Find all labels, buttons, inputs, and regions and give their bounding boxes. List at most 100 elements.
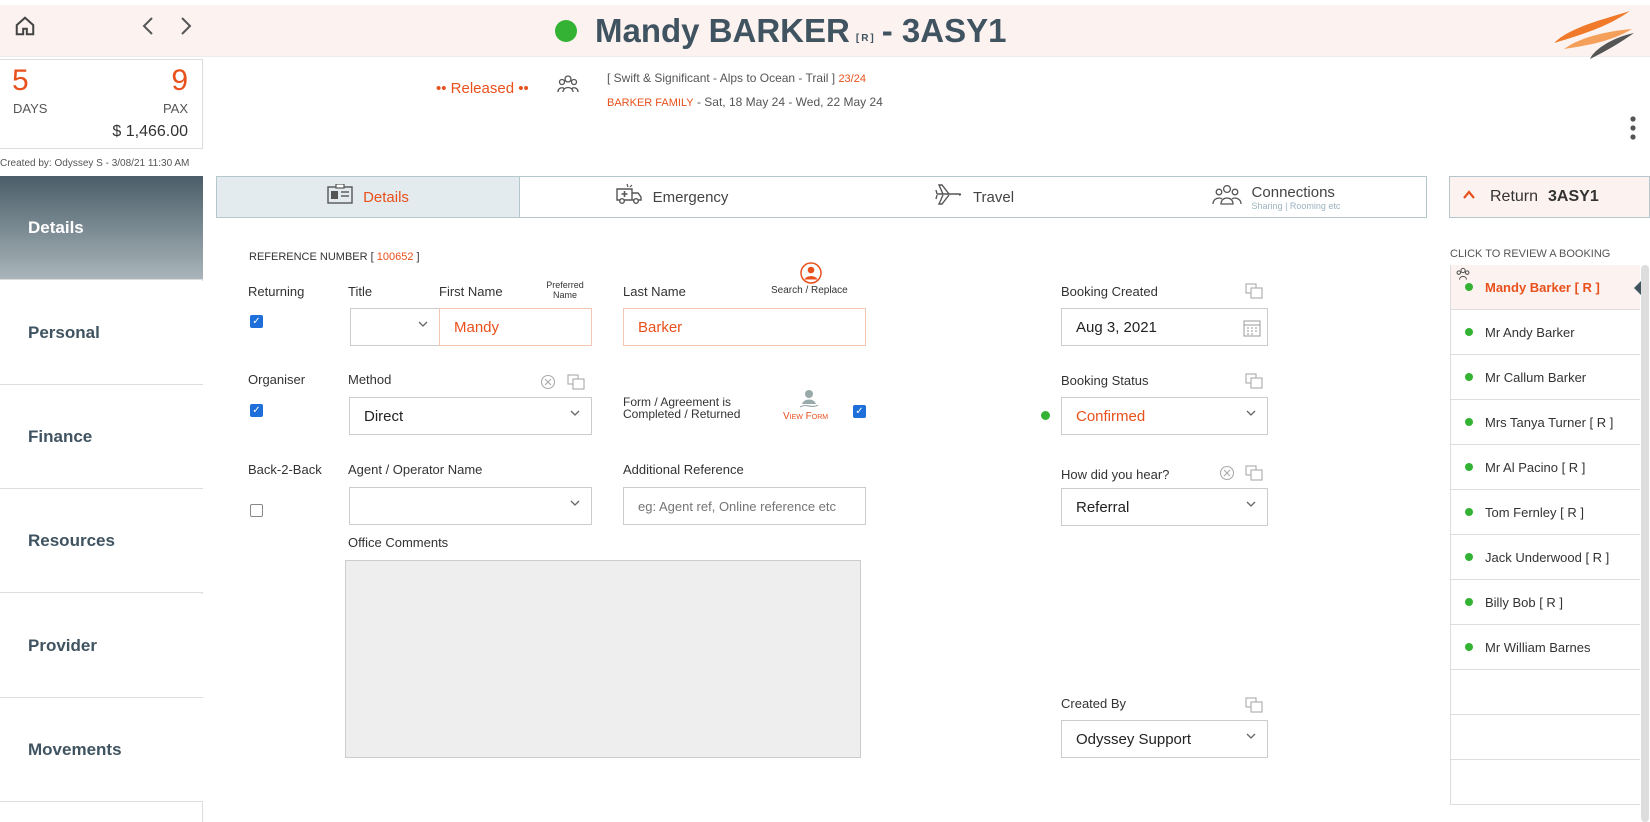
booking-created-value: Aug 3, 2021: [1076, 318, 1157, 336]
clear-icon[interactable]: [540, 374, 556, 395]
chevron-down-icon: [1245, 498, 1257, 513]
search-replace-label: Search / Replace: [771, 285, 848, 296]
tab-sublabel: Sharing | Rooming etc: [1251, 200, 1341, 211]
agent-label: Agent / Operator Name: [348, 462, 483, 477]
list-item[interactable]: Mr Callum Barker: [1451, 355, 1640, 400]
ambulance-icon: [615, 183, 643, 211]
status-dot: [1465, 463, 1473, 471]
return-label: Return: [1490, 188, 1539, 205]
tab-travel[interactable]: Travel: [823, 177, 1126, 217]
list-item[interactable]: Billy Bob [ R ]: [1451, 580, 1640, 625]
title-label: Title: [348, 284, 373, 299]
connections-label-wrap: Connections Sharing | Rooming etc: [1252, 184, 1341, 211]
list-item[interactable]: Mrs Tanya Turner [ R ]: [1451, 400, 1640, 445]
status-dot: [1465, 643, 1473, 651]
status-dot: [1465, 373, 1473, 381]
first-name-value: Mandy: [454, 318, 500, 336]
title-select[interactable]: [350, 308, 440, 346]
last-name-label: Last Name: [623, 284, 686, 299]
office-comments-textarea[interactable]: [345, 560, 861, 758]
form-agreement-checkbox[interactable]: ✓: [853, 405, 866, 418]
trip-dates: - Sat, 18 May 24 - Wed, 22 May 24: [696, 95, 883, 109]
how-hear-label: How did you hear?: [1061, 467, 1170, 482]
people-list-scrollbar[interactable]: [1641, 265, 1649, 822]
list-item[interactable]: Mr Al Pacino [ R ]: [1451, 445, 1640, 490]
copy-icon[interactable]: [567, 374, 585, 395]
clear-icon[interactable]: [1219, 465, 1235, 486]
back2back-checkbox[interactable]: [250, 504, 263, 517]
booking-created-input[interactable]: Aug 3, 2021: [1061, 308, 1268, 346]
calendar-icon[interactable]: [1243, 319, 1261, 341]
list-item[interactable]: Mr William Barnes: [1451, 625, 1640, 670]
people-icon: [1211, 183, 1242, 211]
status-dot: [1465, 283, 1473, 291]
chevron-down-icon: [1245, 407, 1257, 422]
chevron-left-icon[interactable]: [140, 15, 158, 43]
chevron-down-icon: [1245, 730, 1257, 745]
total-price: $ 1,466.00: [112, 123, 188, 140]
id-card-icon: [327, 183, 353, 210]
person-name: Jack Underwood [ R ]: [1485, 549, 1610, 565]
list-item[interactable]: Mandy Barker [ R ]: [1451, 265, 1644, 310]
returning-checkbox[interactable]: ✓: [250, 315, 263, 328]
ref-close: ]: [416, 251, 420, 263]
last-name-value: Barker: [638, 318, 683, 336]
booking-status-label: Booking Status: [1061, 373, 1149, 388]
tab-label: Travel: [972, 188, 1015, 206]
tab-emergency[interactable]: Emergency: [520, 177, 823, 217]
sidebar-item-personal[interactable]: Personal: [0, 281, 203, 385]
agent-select[interactable]: [349, 487, 592, 525]
chevron-down-icon: [569, 497, 581, 512]
person-name: Mrs Tanya Turner [ R ]: [1485, 414, 1614, 430]
group-icon[interactable]: [557, 74, 579, 99]
how-hear-select[interactable]: Referral: [1061, 488, 1268, 526]
tab-label: Emergency: [652, 188, 729, 206]
chevron-down-icon: [569, 407, 581, 422]
copy-icon[interactable]: [1245, 697, 1263, 718]
days-label: DAYS: [13, 101, 48, 116]
chevron-right-icon[interactable]: [176, 15, 194, 43]
status-dot: [555, 20, 577, 42]
copy-icon[interactable]: [1245, 373, 1263, 394]
sidebar-item-details[interactable]: Details: [0, 176, 203, 280]
last-name-input[interactable]: Barker: [623, 308, 866, 346]
status-dot: [1465, 508, 1473, 516]
preferred-name-label: Preferred Name: [546, 280, 584, 300]
more-menu-icon[interactable]: [1629, 115, 1637, 141]
sidebar-item-finance[interactable]: Finance: [0, 385, 203, 489]
method-value: Direct: [364, 407, 404, 425]
sidebar-item-label: Resources: [28, 530, 115, 550]
back2back-label: Back-2-Back: [248, 462, 322, 477]
tab-details[interactable]: Details: [217, 177, 520, 217]
additional-ref-input[interactable]: [623, 487, 866, 525]
return-code: 3ASY1: [1548, 188, 1599, 205]
list-item[interactable]: Jack Underwood [ R ]: [1451, 535, 1640, 580]
list-item[interactable]: Tom Fernley [ R ]: [1451, 490, 1640, 535]
ref-value: 100652: [376, 251, 414, 263]
view-form-link[interactable]: View Form: [783, 411, 828, 422]
home-icon[interactable]: [14, 15, 36, 43]
copy-icon[interactable]: [1245, 465, 1263, 486]
office-comments-label: Office Comments: [348, 535, 449, 550]
sidebar-item-resources[interactable]: Resources: [0, 489, 203, 593]
trip-name-line: [ Swift & Significant - Alps to Ocean - …: [607, 71, 866, 85]
method-select[interactable]: Direct: [349, 397, 592, 435]
status-dot: [1465, 328, 1473, 336]
empty-list-item: [1451, 760, 1640, 805]
copy-icon[interactable]: [1245, 283, 1263, 304]
chevron-up-icon: [1462, 188, 1476, 206]
return-button[interactable]: Return 3ASY1: [1449, 176, 1650, 218]
person-name: Mr William Barnes: [1485, 639, 1591, 655]
first-name-input[interactable]: Mandy: [439, 308, 592, 346]
click-review-label: CLICK TO REVIEW A BOOKING: [1450, 248, 1611, 260]
sidebar-item-movements[interactable]: Movements: [0, 698, 203, 802]
list-item[interactable]: Mr Andy Barker: [1451, 310, 1640, 355]
organiser-checkbox[interactable]: ✓: [250, 404, 263, 417]
tab-label: Connections: [1251, 183, 1335, 201]
form-agreement-line2: Completed / Returned: [623, 407, 741, 421]
signature-icon[interactable]: [798, 388, 820, 413]
created-by-select[interactable]: Odyssey Support: [1061, 720, 1268, 758]
sidebar-item-provider[interactable]: Provider: [0, 594, 203, 698]
tab-connections[interactable]: Connections Sharing | Rooming etc: [1126, 177, 1426, 217]
booking-status-select[interactable]: Confirmed: [1061, 397, 1268, 435]
